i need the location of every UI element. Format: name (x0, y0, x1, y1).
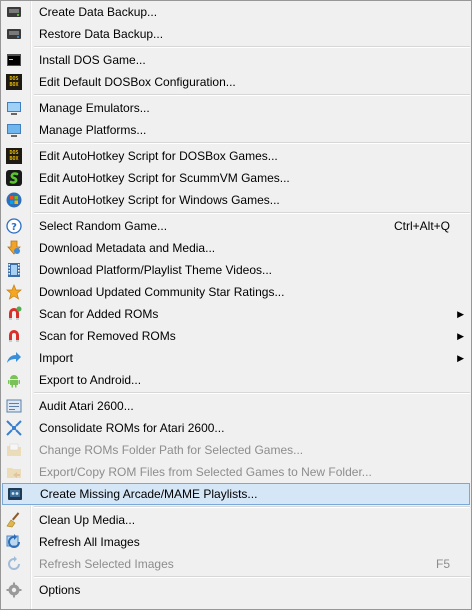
menu-item-label: Audit Atari 2600... (39, 399, 134, 413)
submenu-arrow-icon: ▶ (457, 309, 464, 319)
menu-item-label: Clean Up Media... (39, 513, 136, 527)
submenu-arrow-icon: ▶ (457, 331, 464, 341)
dosbox-icon: DOS BOX (6, 74, 22, 90)
menu-item-label: Install DOS Game... (39, 53, 146, 67)
download-icon (6, 240, 22, 256)
question-icon: ? (6, 218, 22, 234)
gear-icon (6, 582, 22, 598)
menu-item-export-copy-roms[interactable]: Export/Copy ROM Files from Selected Game… (2, 461, 470, 483)
menu-item-refresh-all-images[interactable]: Refresh All Images (2, 531, 470, 553)
menu-item-label: Edit Default DOSBox Configuration... (39, 75, 236, 89)
menu-item-label: Change ROMs Folder Path for Selected Gam… (39, 443, 304, 457)
menu-item-label: Manage Platforms... (39, 123, 147, 137)
menu-item-label: Download Updated Community Star Ratings.… (39, 285, 285, 299)
menu-item-label: Export to Android... (39, 373, 142, 387)
import-arrow-icon (6, 350, 22, 366)
menu-item-label: Export/Copy ROM Files from Selected Game… (39, 465, 372, 479)
menu-item-label: Create Data Backup... (39, 5, 158, 19)
menu-item-clean-up-media[interactable]: Clean Up Media... (2, 509, 470, 531)
dosbox-icon-text: BOX (9, 82, 19, 88)
menu-item-install-dos-game[interactable]: Install DOS Game... (2, 49, 470, 71)
menu-item-export-android[interactable]: Export to Android... (2, 369, 470, 391)
menu-item-shortcut: F5 (435, 557, 450, 571)
menu-item-label: Create Missing Arcade/MAME Playlists... (40, 487, 258, 501)
menu-item-scan-added-roms[interactable]: Scan for Added ROMs ▶ (2, 303, 470, 325)
menu-item-consolidate-roms[interactable]: Consolidate ROMs for Atari 2600... (2, 417, 470, 439)
dos-prompt-icon (6, 52, 22, 68)
film-icon (6, 262, 22, 278)
menu-item-label: Edit AutoHotkey Script for DOSBox Games.… (39, 149, 278, 163)
menu-item-manage-emulators[interactable]: Manage Emulators... (2, 97, 470, 119)
menu-item-download-star-ratings[interactable]: Download Updated Community Star Ratings.… (2, 281, 470, 303)
platform-monitor-icon (6, 122, 22, 138)
restore-drive-icon (6, 26, 22, 42)
menu-item-refresh-selected-images[interactable]: Refresh Selected Images F5 (2, 553, 470, 575)
menu-item-label: Refresh Selected Images (39, 557, 174, 571)
folder-export-icon (6, 464, 22, 480)
menu-item-label: Import (39, 351, 74, 365)
menu-item-label: Refresh All Images (39, 535, 140, 549)
magnet-add-icon (6, 306, 22, 322)
menu-item-restore-data-backup[interactable]: Restore Data Backup... (2, 23, 470, 45)
consolidate-icon (6, 420, 22, 436)
dosbox-icon: DOS BOX (6, 148, 22, 164)
star-icon (6, 284, 22, 300)
arcade-icon (7, 486, 23, 502)
windows-icon (6, 192, 22, 208)
menu-item-label: Options (39, 583, 81, 597)
menu-item-label: Manage Emulators... (39, 101, 150, 115)
menu-item-ahk-dosbox[interactable]: DOS BOX Edit AutoHotkey Script for DOSBox… (2, 145, 470, 167)
menu-item-label: Download Platform/Playlist Theme Videos.… (39, 263, 272, 277)
broom-icon (6, 512, 22, 528)
android-icon (6, 372, 22, 388)
refresh-icon (6, 556, 22, 572)
backup-drive-icon (6, 4, 22, 20)
dosbox-icon-text: BOX (9, 156, 19, 162)
audit-icon (6, 398, 22, 414)
scummvm-icon (6, 170, 22, 186)
menu-item-label: Scan for Removed ROMs (39, 329, 176, 343)
menu-item-select-random-game[interactable]: ? Select Random Game... Ctrl+Alt+Q (2, 215, 470, 237)
menu-item-ahk-windows[interactable]: Edit AutoHotkey Script for Windows Games… (2, 189, 470, 211)
submenu-arrow-icon: ▶ (457, 353, 464, 363)
menu-item-label: Edit AutoHotkey Script for Windows Games… (39, 193, 280, 207)
menu-item-label: Select Random Game... (39, 219, 168, 233)
menu-item-download-metadata[interactable]: Download Metadata and Media... (2, 237, 470, 259)
menu-item-scan-removed-roms[interactable]: Scan for Removed ROMs ▶ (2, 325, 470, 347)
menu-item-download-theme-videos[interactable]: Download Platform/Playlist Theme Videos.… (2, 259, 470, 281)
context-menu: Create Data Backup... Restore Data Backu… (0, 0, 472, 610)
menu-item-edit-dosbox-config[interactable]: DOS BOX Edit Default DOSBox Configuration… (2, 71, 470, 93)
menu-item-create-data-backup[interactable]: Create Data Backup... (2, 1, 470, 23)
menu-item-label: Consolidate ROMs for Atari 2600... (39, 421, 225, 435)
menu-item-create-mame-playlists[interactable]: Create Missing Arcade/MAME Playlists... (2, 483, 470, 505)
menu-item-import[interactable]: Import ▶ (2, 347, 470, 369)
menu-item-manage-platforms[interactable]: Manage Platforms... (2, 119, 470, 141)
menu-item-change-roms-folder[interactable]: Change ROMs Folder Path for Selected Gam… (2, 439, 470, 461)
svg-text:?: ? (11, 222, 17, 233)
magnet-remove-icon (6, 328, 22, 344)
menu-item-shortcut: Ctrl+Alt+Q (393, 219, 450, 233)
emulator-monitor-icon (6, 100, 22, 116)
menu-item-options[interactable]: Options (2, 579, 470, 601)
menu-item-audit-atari[interactable]: Audit Atari 2600... (2, 395, 470, 417)
menu-item-ahk-scummvm[interactable]: Edit AutoHotkey Script for ScummVM Games… (2, 167, 470, 189)
menu-item-label: Download Metadata and Media... (39, 241, 216, 255)
menu-item-label: Restore Data Backup... (39, 27, 164, 41)
refresh-icon (6, 534, 22, 550)
menu-item-label: Edit AutoHotkey Script for ScummVM Games… (39, 171, 290, 185)
menu-item-label: Scan for Added ROMs (39, 307, 159, 321)
folder-icon (6, 442, 22, 458)
